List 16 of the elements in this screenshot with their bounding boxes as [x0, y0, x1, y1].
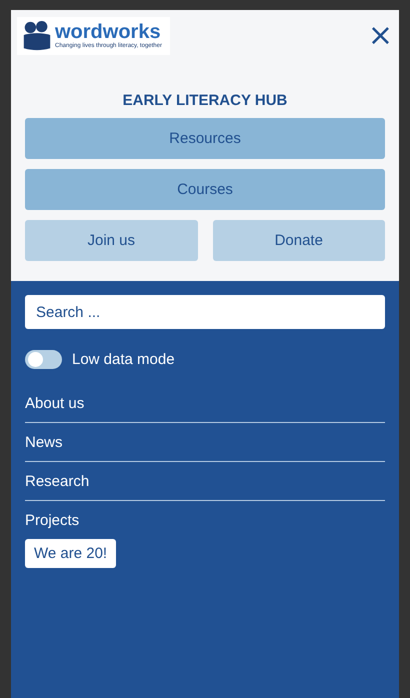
nav-button[interactable]: Courses [25, 169, 385, 210]
close-button[interactable]: × [368, 22, 393, 50]
menu-item[interactable]: Research [25, 471, 385, 501]
nav-button[interactable]: Resources [25, 118, 385, 159]
logo-wordmark: wordworks [55, 22, 161, 42]
anniversary-button[interactable]: We are 20! [25, 539, 116, 568]
section-title: EARLY LITERACY HUB [122, 92, 288, 109]
search-field[interactable]: Search ... [25, 295, 385, 329]
nav-button[interactable]: Donate [212, 220, 385, 261]
toggle-switch[interactable] [25, 350, 62, 369]
nav-button[interactable]: Join us [25, 220, 198, 261]
menu-item[interactable]: Projects [25, 510, 385, 539]
menu-item[interactable]: About us [25, 393, 385, 423]
logo-icon [21, 20, 53, 52]
menu-item[interactable]: News [25, 432, 385, 462]
toggle-label: Low data mode [72, 351, 175, 368]
